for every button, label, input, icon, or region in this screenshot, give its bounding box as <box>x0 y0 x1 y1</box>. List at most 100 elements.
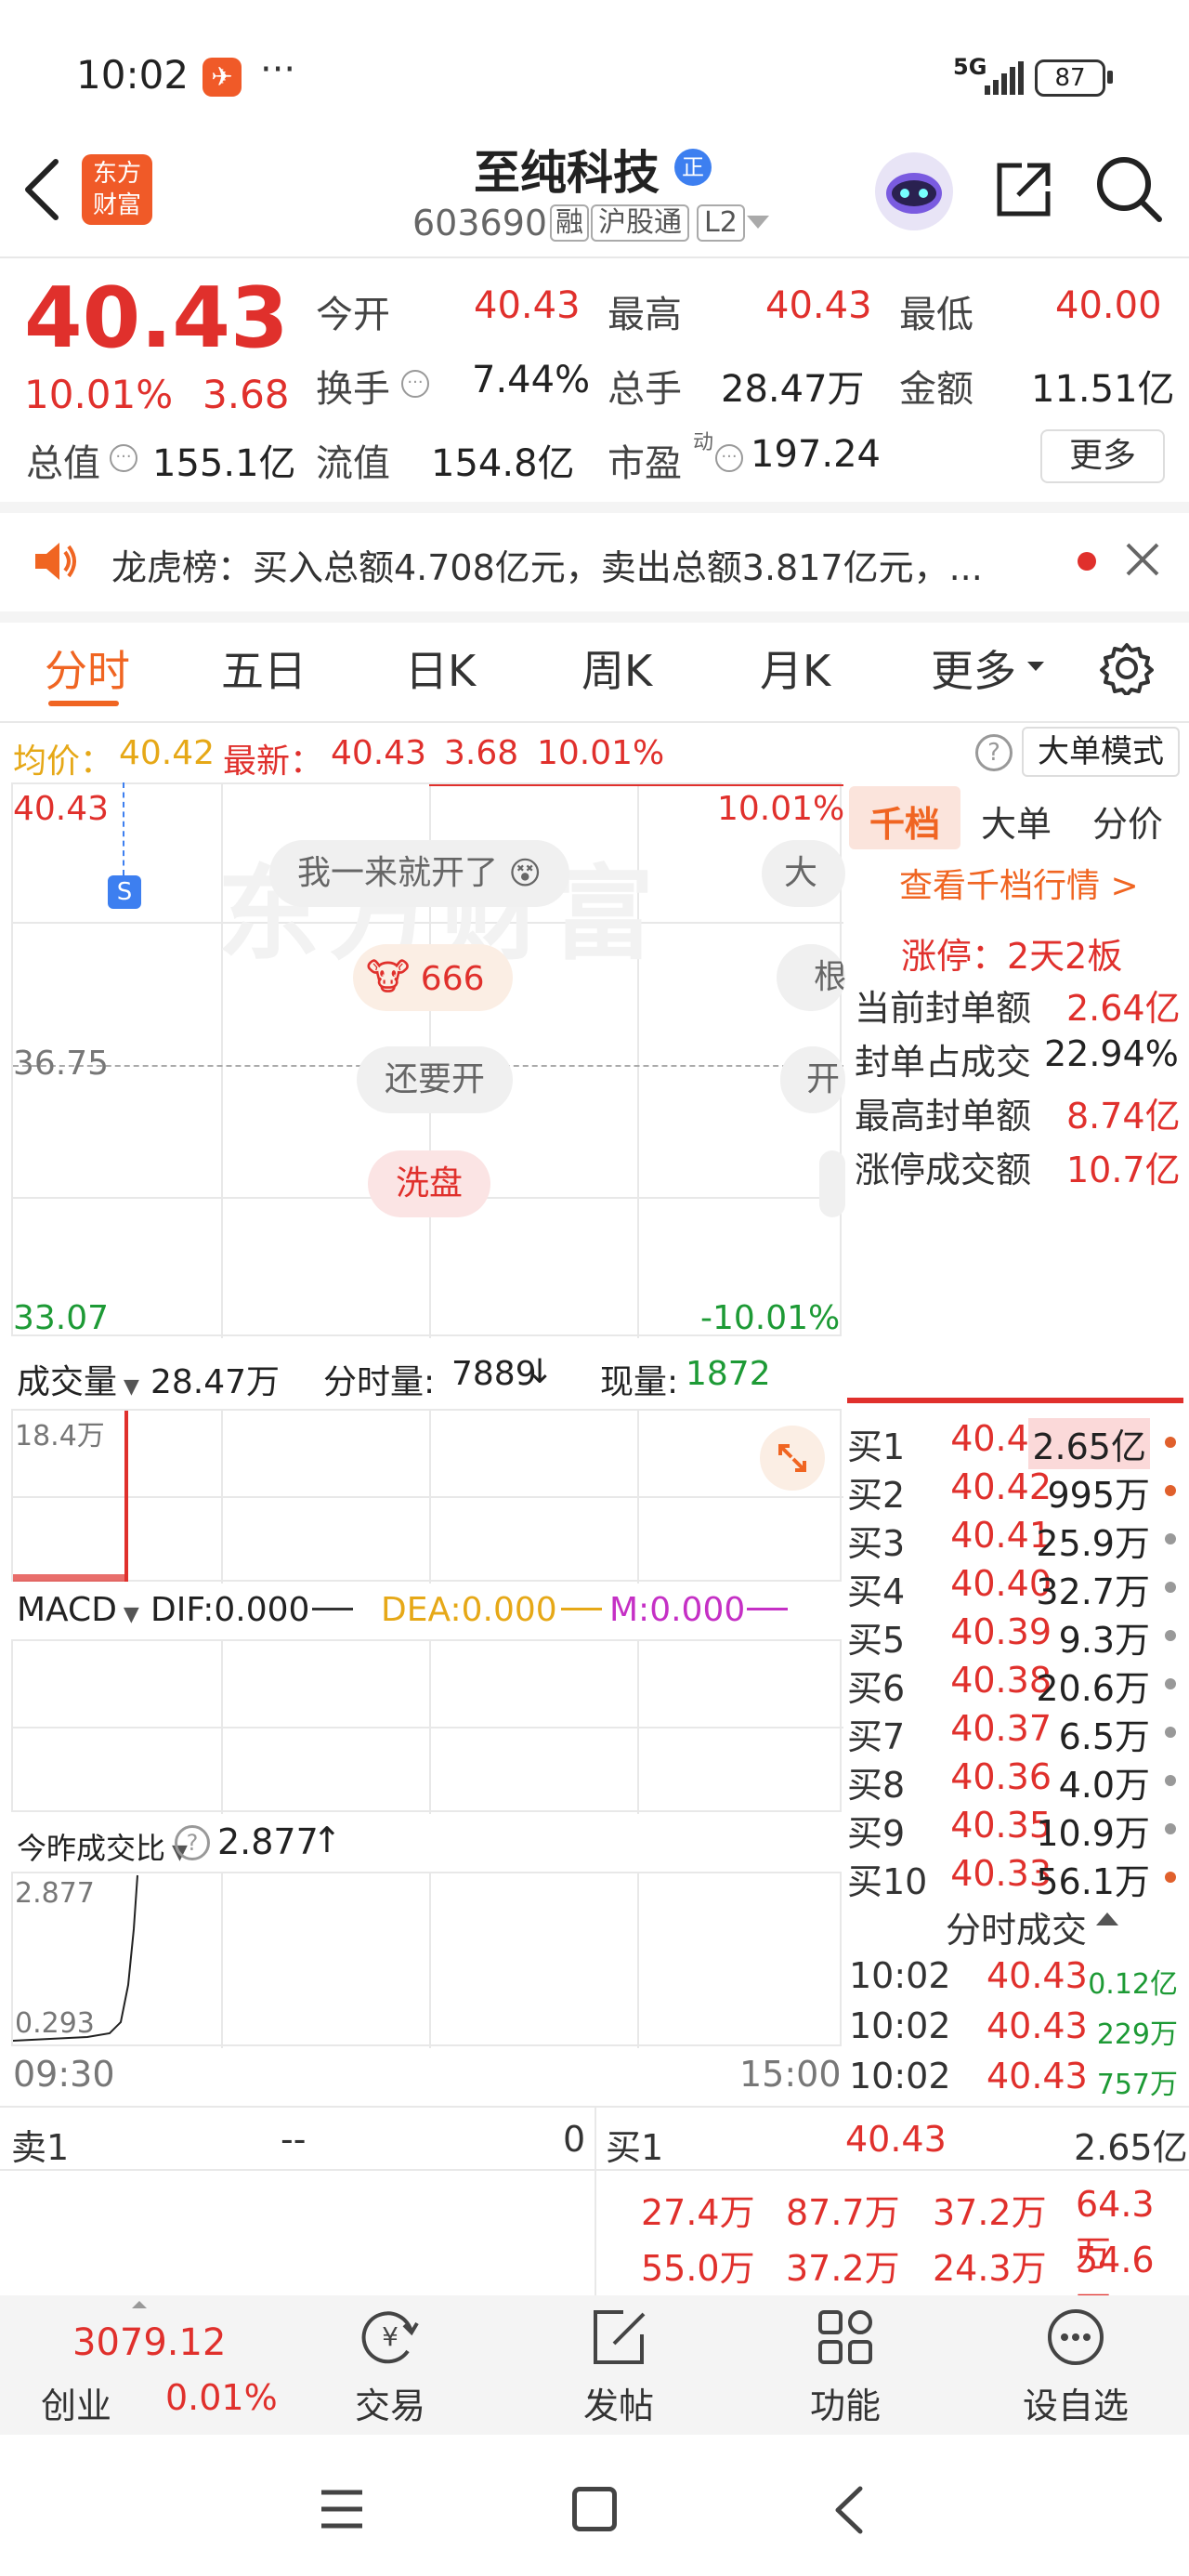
m-legend-line <box>747 1608 788 1610</box>
trade-time: 10:02 <box>849 1955 951 1996</box>
nav-watchlist[interactable]: 设自选 <box>973 2295 1178 2428</box>
info-icon[interactable]: ··· <box>110 444 137 472</box>
side-tab-depth[interactable]: 千档 <box>869 795 940 847</box>
comment-bubble[interactable]: 🐮 666 <box>353 944 513 1011</box>
comment-bubble[interactable]: 开 <box>780 1046 845 1113</box>
orderbook-row[interactable]: 买4 40.40 32.7万 <box>847 1563 1182 1612</box>
view-depth-link[interactable]: 查看千档行情 > <box>899 859 1139 907</box>
nav-trade[interactable]: ¥ 交易 <box>288 2295 492 2428</box>
volume-chart[interactable] <box>11 1409 843 1584</box>
tab-5day[interactable]: 五日 <box>221 637 307 699</box>
tab-daily[interactable]: 日K <box>405 637 476 699</box>
latest-price: 40.43 <box>331 734 427 772</box>
trade-price: 40.43 <box>986 2005 1088 2046</box>
notice-text[interactable]: 龙虎榜：买入总额4.708亿元，卖出总额3.817亿元，... <box>111 539 1040 590</box>
macd-selector[interactable]: MACD ▼ <box>17 1591 139 1629</box>
orderbook-row[interactable]: 买8 40.36 4.0万 <box>847 1756 1182 1806</box>
orderbook-row[interactable]: 买3 40.41 25.9万 <box>847 1515 1182 1564</box>
home-icon[interactable] <box>572 2487 617 2531</box>
bid1-volume: 2.65亿 <box>1074 2127 1188 2168</box>
menu-icon[interactable] <box>320 2489 364 2533</box>
comment-bubble[interactable]: 根 <box>777 944 845 1011</box>
orderbook-row[interactable]: 买10 40.33 56.1万 <box>847 1853 1182 1902</box>
signal-marker[interactable]: S <box>108 875 141 909</box>
trade-volume: 229万 <box>1096 2018 1178 2051</box>
change-amount: 3.68 <box>203 372 290 417</box>
stat-volume-label: 总手 <box>608 368 682 411</box>
order-flag-dot <box>1165 1630 1176 1641</box>
ratio-chart[interactable] <box>11 1872 842 2048</box>
side-tab-price-dist[interactable]: 分价 <box>1092 795 1163 847</box>
orderbook-row[interactable]: 买5 40.39 9.3万 <box>847 1611 1182 1661</box>
stat-mktcap-value: 155.1亿 <box>152 442 296 485</box>
comment-bubble[interactable]: 洗盘 <box>368 1150 491 1217</box>
nav-post[interactable]: 发帖 <box>516 2295 721 2428</box>
orderbook-price: 40.38 <box>950 1660 1052 1701</box>
ratio-axis-min: 0.293 <box>15 2007 95 2040</box>
orderbook-volume: 4.0万 <box>1058 1765 1150 1806</box>
seal-current-label: 当前封单额 <box>855 988 1032 1029</box>
orderbook-price: 40.37 <box>950 1708 1052 1749</box>
tab-monthly[interactable]: 月K <box>760 637 830 699</box>
nav-functions[interactable]: 功能 <box>743 2295 947 2428</box>
orderbook-divider <box>847 1398 1183 1403</box>
orderbook-price: 40.35 <box>950 1805 1052 1846</box>
more-notifications-icon: ··· <box>260 48 296 91</box>
collapse-caret-icon[interactable] <box>1096 1912 1118 1925</box>
index-value[interactable]: 3079.12 <box>72 2321 226 2364</box>
info-icon[interactable]: ··· <box>715 444 743 472</box>
seal-max-label: 最高封单额 <box>855 1096 1032 1137</box>
side-tab-big-order[interactable]: 大单 <box>981 795 1052 847</box>
order-flag-dot <box>1165 1485 1176 1496</box>
header-divider <box>0 256 1189 258</box>
trades-title[interactable]: 分时成交 <box>946 1901 1087 1952</box>
comment-bubble[interactable] <box>819 1150 845 1217</box>
book-divider <box>594 2106 596 2295</box>
order-flag-dot <box>1165 1437 1176 1448</box>
seal-max-value: 8.74亿 <box>1066 1096 1181 1137</box>
info-icon[interactable]: ··· <box>401 370 429 398</box>
battery-tip <box>1107 71 1113 84</box>
more-button[interactable]: 更多 <box>1040 429 1165 483</box>
ai-assistant-icon[interactable] <box>875 152 953 230</box>
help-icon[interactable]: ? <box>175 1825 210 1860</box>
bid1-label: 买1 <box>606 2127 664 2168</box>
price-line <box>429 784 843 786</box>
ratio-line <box>13 1874 138 2042</box>
dropdown-caret-icon[interactable] <box>747 216 769 229</box>
close-icon[interactable] <box>1124 541 1161 582</box>
orderbook-level: 买1 <box>847 1426 906 1467</box>
search-icon[interactable] <box>1094 154 1165 229</box>
tab-more[interactable]: 更多 <box>931 637 1016 699</box>
expand-icon[interactable] <box>760 1426 825 1491</box>
tab-intraday[interactable]: 分时 <box>45 637 130 699</box>
orderbook-row[interactable]: 买6 40.38 20.6万 <box>847 1660 1182 1709</box>
orderbook-row[interactable]: 买9 40.35 10.9万 <box>847 1805 1182 1854</box>
orderbook-row[interactable]: 买2 40.42 995万 <box>847 1466 1182 1516</box>
tab-weekly[interactable]: 周K <box>581 637 652 699</box>
macd-chart[interactable] <box>11 1639 843 1814</box>
order-flag-dot <box>1165 1775 1176 1786</box>
settings-gear-icon[interactable] <box>1100 641 1154 699</box>
stat-low-value: 40.00 <box>1055 284 1162 327</box>
nav-watchlist-label: 设自选 <box>1022 2385 1129 2426</box>
system-back-icon[interactable] <box>830 2485 868 2539</box>
svg-text:¥: ¥ <box>382 2321 399 2352</box>
orderbook-row[interactable]: 买1 40.43 2.65亿 <box>847 1418 1182 1469</box>
comment-bubble[interactable]: 我一来就开了 😵 <box>269 840 569 907</box>
orderbook-row[interactable]: 买7 40.37 6.5万 <box>847 1708 1182 1757</box>
comment-bubble[interactable]: 还要开 <box>357 1046 514 1113</box>
stat-pe-value: 197.24 <box>751 433 881 476</box>
back-icon[interactable] <box>19 156 65 227</box>
help-icon[interactable]: ? <box>975 734 1013 771</box>
axis-bottom-price: 33.07 <box>13 1299 110 1337</box>
orderbook-level: 买3 <box>847 1523 906 1564</box>
comment-bubble[interactable]: 大 <box>762 840 845 907</box>
share-icon[interactable] <box>990 156 1057 227</box>
big-order-mode-button[interactable]: 大单模式 <box>1022 727 1180 777</box>
seal-current-value: 2.64亿 <box>1066 988 1181 1029</box>
ratio-selector[interactable]: 今昨成交比 ▼ <box>17 1825 188 1868</box>
volume-selector[interactable]: 成交量 ▼ <box>17 1355 139 1403</box>
orderbook-price: 40.40 <box>950 1563 1052 1604</box>
index-name[interactable]: 创业 <box>41 2377 111 2428</box>
